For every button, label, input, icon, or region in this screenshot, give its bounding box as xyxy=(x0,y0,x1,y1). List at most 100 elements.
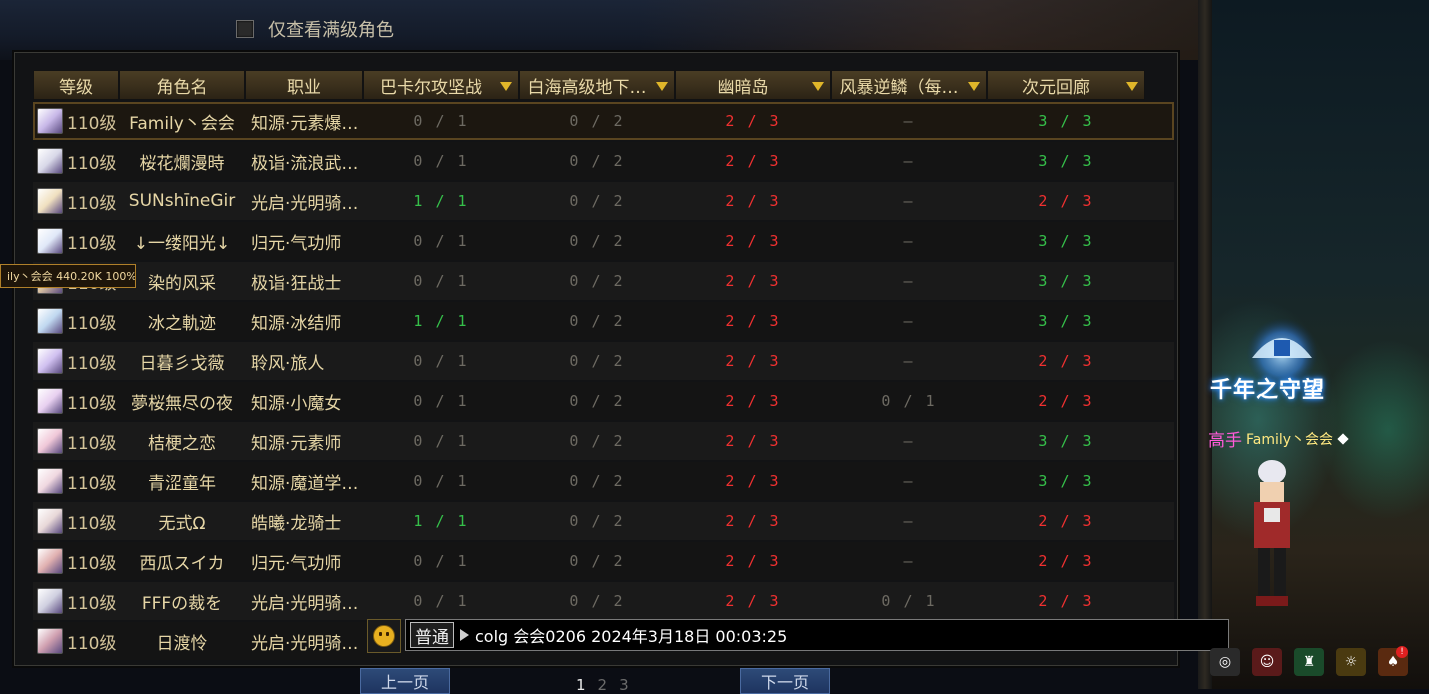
dungeon-progress-c2: 0 / 2 xyxy=(569,272,625,290)
avatar-icon[interactable]: ☺ xyxy=(1252,648,1282,676)
avatar xyxy=(37,588,63,614)
dungeon-progress-c2: 0 / 2 xyxy=(569,352,625,370)
job-class: 归元·气功师 xyxy=(251,233,342,254)
table-row[interactable]: 110级 夢桜無尽の夜 知源·小魔女 0 / 1 0 / 2 2 / 3 0 / 1 2 / … xyxy=(33,382,1174,420)
guild-icon[interactable]: ♜ xyxy=(1294,648,1324,676)
level-text: 110级 xyxy=(67,153,117,174)
table-row[interactable]: 110级 Family丶会会 知源·元素爆… 0 / 1 0 / 2 2 / 3 – 3 / … xyxy=(33,102,1174,140)
level-cell: 110级 xyxy=(33,622,119,660)
table-row[interactable]: 110级 日暮彡戈薇 聆风·旅人 0 / 1 0 / 2 2 / 3 – 2 / 3 xyxy=(33,342,1174,380)
dungeon-progress-c5: 3 / 3 xyxy=(1038,272,1094,290)
level-text: 110级 xyxy=(67,193,117,214)
table-row[interactable]: 110级 桜花爛漫時 极诣·流浪武… 0 / 1 0 / 2 2 / 3 – 3 / 3 xyxy=(33,142,1174,180)
table-row[interactable]: 110级 SUNshīneGir 光启·光明骑… 1 / 1 0 / 2 2 / 3 – 2 … xyxy=(33,182,1174,220)
level-cell: 110级 xyxy=(33,302,119,340)
dungeon-progress-c1: 0 / 1 xyxy=(413,152,469,170)
prev-page-button[interactable]: 上一页 xyxy=(360,668,450,694)
chat-input[interactable]: 普通 colg 会会0206 2024年3月18日 00:03:25 xyxy=(405,619,1229,651)
table-row[interactable]: 110级 ↓一缕阳光↓ 归元·气功师 0 / 1 0 / 2 2 / 3 – 3 / 3 xyxy=(33,222,1174,260)
character-name: 冰之軌迹 xyxy=(148,313,216,334)
column-header-7[interactable]: 次元回廊 xyxy=(987,70,1145,100)
table-row[interactable]: 110级 冰之軌迹 知源·冰结师 1 / 1 0 / 2 2 / 3 – 3 / 3 xyxy=(33,302,1174,340)
level-cell: 110级 xyxy=(33,542,119,580)
full-level-filter[interactable]: 仅查看满级角色 xyxy=(236,16,394,42)
dungeon-progress-c5: 2 / 3 xyxy=(1038,352,1094,370)
emoji-button[interactable] xyxy=(367,619,401,653)
dungeon-progress-c5: 2 / 3 xyxy=(1038,592,1094,610)
dungeon-progress-c2: 0 / 2 xyxy=(569,192,625,210)
chat-channel-arrow-icon xyxy=(460,629,469,641)
column-header-0: 等级 xyxy=(33,70,119,100)
dungeon-progress-c1: 0 / 1 xyxy=(413,552,469,570)
dungeon-progress-c2: 0 / 2 xyxy=(569,152,625,170)
dungeon-progress-c4: – xyxy=(903,112,915,130)
character-name: 染的风采 xyxy=(148,273,216,294)
settings-icon[interactable]: ☼ xyxy=(1336,648,1366,676)
job-class: 光启·光明骑… xyxy=(251,593,359,614)
column-header-3[interactable]: 巴卡尔攻坚战 xyxy=(363,70,519,100)
table-row[interactable]: 110级染的风采极诣·狂战士0 / 10 / 22 / 3–3 / 3 xyxy=(33,262,1174,300)
level-text: 110级 xyxy=(67,393,117,414)
column-header-4[interactable]: 白海高级地下… xyxy=(519,70,675,100)
column-header-label: 次元回廊 xyxy=(1022,77,1090,98)
character-name: 无式Ω xyxy=(158,513,206,534)
character-name: 日渡怜 xyxy=(156,633,208,654)
next-page-button[interactable]: 下一页 xyxy=(740,668,830,694)
dungeon-progress-c1: 0 / 1 xyxy=(413,592,469,610)
map-icon[interactable]: ◎ xyxy=(1210,648,1240,676)
dungeon-progress-c1: 1 / 1 xyxy=(413,192,469,210)
column-header-5[interactable]: 幽暗岛 xyxy=(675,70,831,100)
dungeon-progress-c5: 2 / 3 xyxy=(1038,512,1094,530)
character-name: 桜花爛漫時 xyxy=(139,153,225,174)
table-row[interactable]: 110级 FFFの裁を 光启·光明骑… 0 / 1 0 / 2 2 / 3 0 / 1 2 /… xyxy=(33,582,1174,620)
dungeon-progress-c1: 1 / 1 xyxy=(413,512,469,530)
job-class: 极诣·流浪武… xyxy=(251,153,359,174)
page-numbers: 1 2 3 xyxy=(576,676,629,694)
column-header-2: 职业 xyxy=(245,70,363,100)
column-header-label: 等级 xyxy=(59,77,93,98)
dungeon-progress-c3: 2 / 3 xyxy=(725,352,781,370)
page-number-3[interactable]: 3 xyxy=(619,676,629,694)
dropdown-arrow-icon xyxy=(1126,82,1138,91)
character-name: 日暮彡戈薇 xyxy=(139,353,225,374)
notification-badge-icon: ! xyxy=(1396,646,1408,658)
column-header-label: 白海高级地下… xyxy=(527,77,647,98)
level-cell: 110级 xyxy=(33,422,119,460)
character-sprite xyxy=(1254,460,1290,606)
chat-channel-selector[interactable]: 普通 xyxy=(410,622,454,648)
dungeon-progress-c5: 2 / 3 xyxy=(1038,192,1094,210)
character-name: 青涩童年 xyxy=(148,473,216,494)
avatar xyxy=(37,148,63,174)
page-number-1[interactable]: 1 xyxy=(576,676,586,694)
column-header-label: 幽暗岛 xyxy=(717,77,769,98)
column-header-label: 巴卡尔攻坚战 xyxy=(380,77,482,98)
table-row[interactable]: 110级 青涩童年 知源·魔道学… 0 / 1 0 / 2 2 / 3 – 3 / 3 xyxy=(33,462,1174,500)
dungeon-progress-c4: – xyxy=(903,472,915,490)
level-text: 110级 xyxy=(67,593,117,614)
dungeon-progress-c4: – xyxy=(903,312,915,330)
dungeon-progress-c2: 0 / 2 xyxy=(569,472,625,490)
table-row[interactable]: 110级 无式Ω 皓曦·龙骑士 1 / 1 0 / 2 2 / 3 – 2 / 3 xyxy=(33,502,1174,540)
smiley-icon xyxy=(373,625,395,647)
dungeon-progress-c3: 2 / 3 xyxy=(725,152,781,170)
character-table: 等级 角色名 职业 巴卡尔攻坚战 白海高级地下… 幽暗岛 风暴逆鳞（每… 次元回廊 110级 F… xyxy=(33,70,1174,660)
table-row[interactable]: 110级 西瓜スイカ 归元·气功师 0 / 1 0 / 2 2 / 3 – 2 / 3 xyxy=(33,542,1174,580)
page-number-2[interactable]: 2 xyxy=(598,676,608,694)
dungeon-progress-c2: 0 / 2 xyxy=(569,552,625,570)
level-cell: 110级 xyxy=(33,142,119,180)
column-header-label: 风暴逆鳞（每… xyxy=(839,77,959,98)
dungeon-progress-c1: 0 / 1 xyxy=(413,352,469,370)
job-class: 知源·元素爆… xyxy=(251,113,359,134)
table-row[interactable]: 110级 桔梗之恋 知源·元素师 0 / 1 0 / 2 2 / 3 – 3 / 3 xyxy=(33,422,1174,460)
column-header-6[interactable]: 风暴逆鳞（每… xyxy=(831,70,987,100)
dungeon-progress-c1: 0 / 1 xyxy=(413,432,469,450)
job-class: 极诣·狂战士 xyxy=(251,273,342,294)
dungeon-progress-c3: 2 / 3 xyxy=(725,592,781,610)
full-level-checkbox[interactable] xyxy=(236,20,254,38)
dungeon-progress-c1: 0 / 1 xyxy=(413,392,469,410)
dropdown-arrow-icon xyxy=(812,82,824,91)
column-header-label: 角色名 xyxy=(156,77,208,98)
dungeon-progress-c3: 2 / 3 xyxy=(725,272,781,290)
dungeon-progress-c1: 1 / 1 xyxy=(413,312,469,330)
avatar xyxy=(37,228,63,254)
